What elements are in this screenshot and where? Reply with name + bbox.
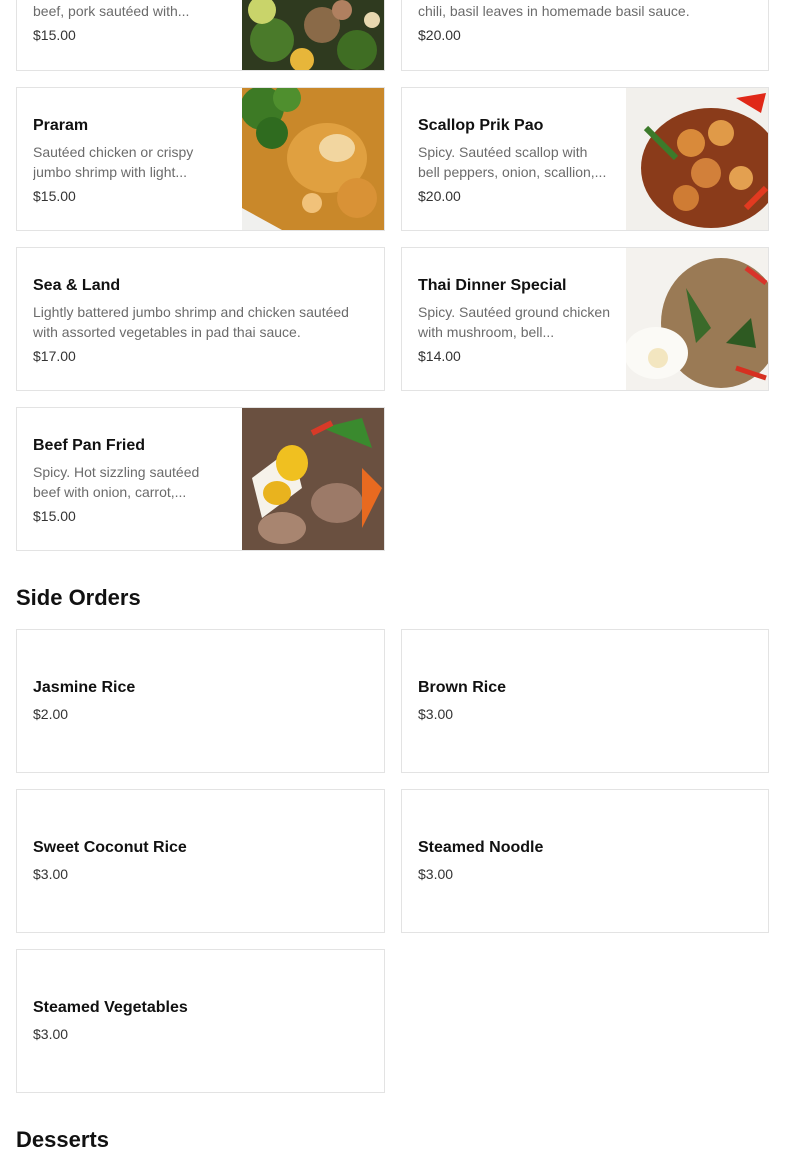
- menu-item-description: Spicy. Hot sizzling sautéed beef with on…: [33, 464, 200, 500]
- menu-item-price: $2.00: [33, 706, 69, 722]
- menu-item-description: Lightly battered jumbo shrimp and chicke…: [33, 304, 349, 340]
- menu-item-card[interactable]: Sea & Land Lightly battered jumbo shrimp…: [16, 247, 385, 391]
- menu-item-price: $3.00: [33, 866, 69, 882]
- menu-item-description: Spicy. Sautéed scallop with bell peppers…: [418, 144, 607, 180]
- menu-item-name: Jasmine Rice: [33, 679, 136, 696]
- menu-item-price: $3.00: [418, 706, 454, 722]
- menu-item-description: Spicy. Sautéed ground chicken with mushr…: [418, 304, 610, 340]
- menu-item-card[interactable]: chili, basil leaves in homemade basil sa…: [401, 0, 769, 71]
- section-title-desserts: Desserts: [16, 1127, 109, 1152]
- menu-item-name: Brown Rice: [418, 679, 507, 696]
- menu-item-card[interactable]: Steamed Noodle $3.00: [401, 789, 769, 933]
- menu-item-card[interactable]: Praram Sautéed chicken or crispy jumbo s…: [16, 87, 385, 231]
- menu-item-price: $20.00: [418, 27, 461, 43]
- menu-item-name: Thai Dinner Special: [418, 277, 567, 294]
- menu-item-card[interactable]: Sweet Coconut Rice $3.00: [16, 789, 385, 933]
- menu-item-price: $20.00: [418, 188, 461, 204]
- dish-photo-image: [626, 248, 768, 390]
- menu-item-name: Steamed Vegetables: [33, 999, 188, 1016]
- section-title-side-orders: Side Orders: [16, 585, 141, 610]
- menu-item-name: Praram: [33, 117, 89, 134]
- menu-item-price: $15.00: [33, 508, 76, 524]
- menu-item-price: $3.00: [33, 1026, 69, 1042]
- menu-item-name: Beef Pan Fried: [33, 437, 146, 454]
- menu-item-card[interactable]: Beef Pan Fried Spicy. Hot sizzling sauté…: [16, 407, 385, 551]
- menu-item-price: $15.00: [33, 188, 76, 204]
- dish-photo-image: [242, 0, 384, 70]
- dish-photo-image: [242, 88, 384, 230]
- menu-item-card[interactable]: Steamed Vegetables $3.00: [16, 949, 385, 1093]
- menu-item-price: $15.00: [33, 27, 76, 43]
- menu-item-price: $3.00: [418, 866, 454, 882]
- menu-item-description: Sautéed chicken or crispy jumbo shrimp w…: [33, 144, 194, 180]
- menu-item-card[interactable]: Jasmine Rice $2.00: [16, 629, 385, 773]
- menu-item-price: $14.00: [418, 348, 461, 364]
- menu-item-card[interactable]: Thai Dinner Special Spicy. Sautéed groun…: [401, 247, 769, 391]
- menu-item-name: Sea & Land: [33, 277, 121, 294]
- menu-item-name: Scallop Prik Pao: [418, 117, 544, 134]
- menu-item-card[interactable]: Brown Rice $3.00: [401, 629, 769, 773]
- menu-item-price: $17.00: [33, 348, 76, 364]
- menu-item-name: Steamed Noodle: [418, 839, 544, 856]
- menu-item-description: beef, pork sautéed with...: [33, 3, 190, 19]
- dish-photo-image: [626, 88, 768, 230]
- menu-item-card[interactable]: beef, pork sautéed with... $15.00: [16, 0, 385, 71]
- menu-item-card[interactable]: Scallop Prik Pao Spicy. Sautéed scallop …: [401, 87, 769, 231]
- menu-page: beef, pork sautéed with... $15.00 chili,…: [0, 0, 785, 1169]
- menu-item-name: Sweet Coconut Rice: [33, 839, 187, 856]
- dish-photo-image: [242, 408, 384, 550]
- menu-item-description: chili, basil leaves in homemade basil sa…: [418, 3, 690, 19]
